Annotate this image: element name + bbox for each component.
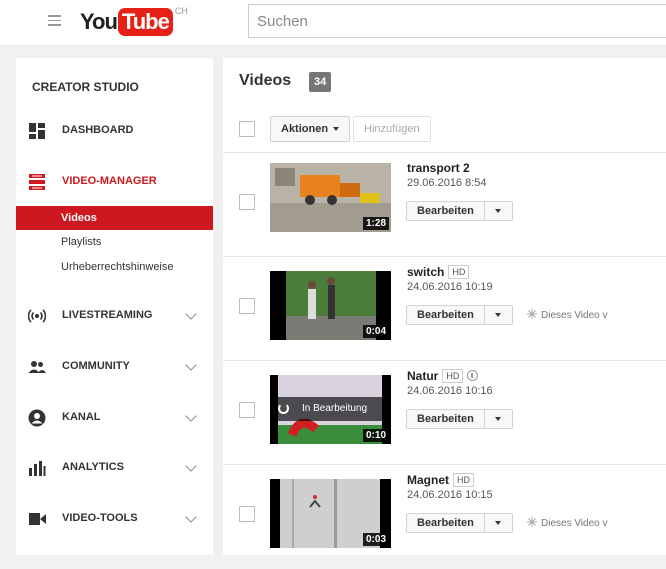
video-date: 24.06.2016 10:16 (407, 385, 493, 397)
livestream-icon (28, 309, 46, 323)
channel-icon (28, 409, 46, 427)
chevron-down-icon[interactable] (185, 359, 197, 371)
chevron-down-icon[interactable] (185, 460, 197, 472)
music-icon (467, 370, 479, 381)
top-bar: You Tube CH (0, 0, 666, 46)
sidebar-item-community[interactable]: COMMUNITY (16, 351, 213, 381)
video-row: 0:04 switch HD 24.06.2016 10:19 Bearbeite… (223, 257, 666, 361)
video-title[interactable]: Magnet HD (407, 473, 474, 487)
main-content: Videos 34 Aktionen Hinzufügen 1:28 trans… (223, 58, 666, 555)
sidebar-item-label: ANALYTICS (62, 461, 124, 473)
edit-dropdown-button[interactable] (484, 305, 513, 325)
hd-badge: HD (442, 369, 464, 383)
sidebar-item-label: COMMUNITY (62, 360, 130, 372)
chevron-down-icon[interactable] (185, 308, 197, 320)
caret-down-icon (495, 209, 502, 213)
page-title: Videos (239, 72, 292, 89)
video-checkbox[interactable] (239, 402, 255, 418)
sidebar-item-video-manager[interactable]: VIDEO-MANAGER (16, 166, 213, 196)
video-checkbox[interactable] (239, 298, 255, 314)
video-date: 24.06.2016 10:15 (407, 489, 493, 501)
analytics-icon (29, 461, 46, 476)
video-title[interactable]: transport 2 (407, 161, 470, 175)
video-note: Dieses Video v (527, 309, 608, 321)
edit-button-group: Bearbeiten (406, 201, 513, 221)
video-thumbnail[interactable]: In Bearbeitung 0:10 (270, 375, 391, 444)
youtube-logo[interactable]: You Tube CH (80, 6, 188, 38)
sidebar-item-label: DASHBOARD (62, 124, 134, 136)
community-icon (28, 361, 46, 373)
logo-region: CH (174, 6, 188, 16)
processing-overlay: In Bearbeitung (270, 397, 391, 421)
select-all-checkbox[interactable] (239, 121, 255, 137)
logo-tube: Tube (117, 8, 173, 36)
caret-down-icon (495, 521, 502, 525)
sidebar-item-label: LIVESTREAMING (62, 309, 153, 321)
sidebar-item-label: KANAL (62, 411, 101, 423)
video-manager-icon (29, 174, 45, 190)
video-title[interactable]: Natur HD (407, 369, 479, 383)
video-row: 0:03 Magnet HD 24.06.2016 10:15 Bearbeite… (223, 465, 666, 569)
edit-button[interactable]: Bearbeiten (406, 305, 485, 325)
sparkle-icon (527, 309, 537, 319)
video-duration: 0:03 (362, 533, 389, 546)
logo-you: You (80, 9, 118, 34)
video-tools-icon (29, 513, 46, 525)
video-thumbnail[interactable]: 1:28 (270, 163, 391, 232)
edit-dropdown-button[interactable] (484, 201, 513, 221)
video-duration: 0:04 (362, 325, 389, 338)
video-thumbnail[interactable]: 0:03 (270, 479, 391, 548)
video-title[interactable]: switch HD (407, 265, 470, 279)
sidebar-subitem-playlists[interactable]: Playlists (16, 230, 213, 254)
menu-icon[interactable] (48, 12, 62, 28)
sidebar-item-livestreaming[interactable]: LIVESTREAMING (16, 300, 213, 330)
actions-label: Aktionen (281, 123, 329, 135)
sparkle-icon (527, 517, 537, 527)
edit-button-group: Bearbeiten (406, 305, 513, 325)
sidebar-item-video-tools[interactable]: VIDEO-TOOLS (16, 503, 213, 533)
video-date: 29.06.2016 8:54 (407, 177, 487, 189)
caret-down-icon (495, 313, 502, 317)
caret-down-icon (333, 127, 340, 132)
video-note: Dieses Video v (527, 517, 608, 529)
hd-badge: HD (453, 473, 474, 487)
chevron-down-icon[interactable] (185, 410, 197, 422)
video-thumbnail[interactable]: 0:04 (270, 271, 391, 340)
sidebar-item-channel[interactable]: KANAL (16, 402, 213, 432)
sidebar-subitem-videos[interactable]: Videos (16, 206, 213, 230)
chevron-down-icon[interactable] (185, 511, 197, 523)
sidebar-subitem-copyright[interactable]: Urheberrechtshinweise (16, 255, 213, 279)
video-row: 1:28 transport 2 29.06.2016 8:54 Bearbei… (223, 153, 666, 257)
caret-down-icon (495, 417, 502, 421)
video-checkbox[interactable] (239, 506, 255, 522)
video-row: In Bearbeitung 0:10 Natur HD 24.06.2016 1… (223, 361, 666, 465)
dashboard-icon (29, 123, 45, 139)
sidebar-item-dashboard[interactable]: DASHBOARD (16, 115, 213, 145)
sidebar: CREATOR STUDIO DASHBOARD VIDEO-MANAGER V… (16, 58, 213, 555)
sidebar-item-analytics[interactable]: ANALYTICS (16, 452, 213, 482)
video-date: 24.06.2016 10:19 (407, 281, 493, 293)
sidebar-item-label: VIDEO-MANAGER (62, 175, 157, 187)
video-duration: 1:28 (362, 217, 389, 230)
edit-button[interactable]: Bearbeiten (406, 513, 485, 533)
actions-button[interactable]: Aktionen (270, 116, 351, 142)
search-input[interactable] (248, 4, 666, 38)
video-checkbox[interactable] (239, 194, 255, 210)
video-duration: 0:10 (362, 429, 389, 442)
edit-button[interactable]: Bearbeiten (406, 409, 485, 429)
edit-button-group: Bearbeiten (406, 409, 513, 429)
edit-button[interactable]: Bearbeiten (406, 201, 485, 221)
hd-badge: HD (448, 265, 470, 279)
creator-studio-title: CREATOR STUDIO (32, 80, 139, 94)
edit-button-group: Bearbeiten (406, 513, 513, 533)
refresh-icon (278, 403, 289, 414)
edit-dropdown-button[interactable] (484, 513, 513, 533)
edit-dropdown-button[interactable] (484, 409, 513, 429)
sidebar-item-label: VIDEO-TOOLS (62, 512, 138, 524)
video-count-badge: 34 (309, 72, 332, 92)
add-button[interactable]: Hinzufügen (353, 116, 431, 142)
